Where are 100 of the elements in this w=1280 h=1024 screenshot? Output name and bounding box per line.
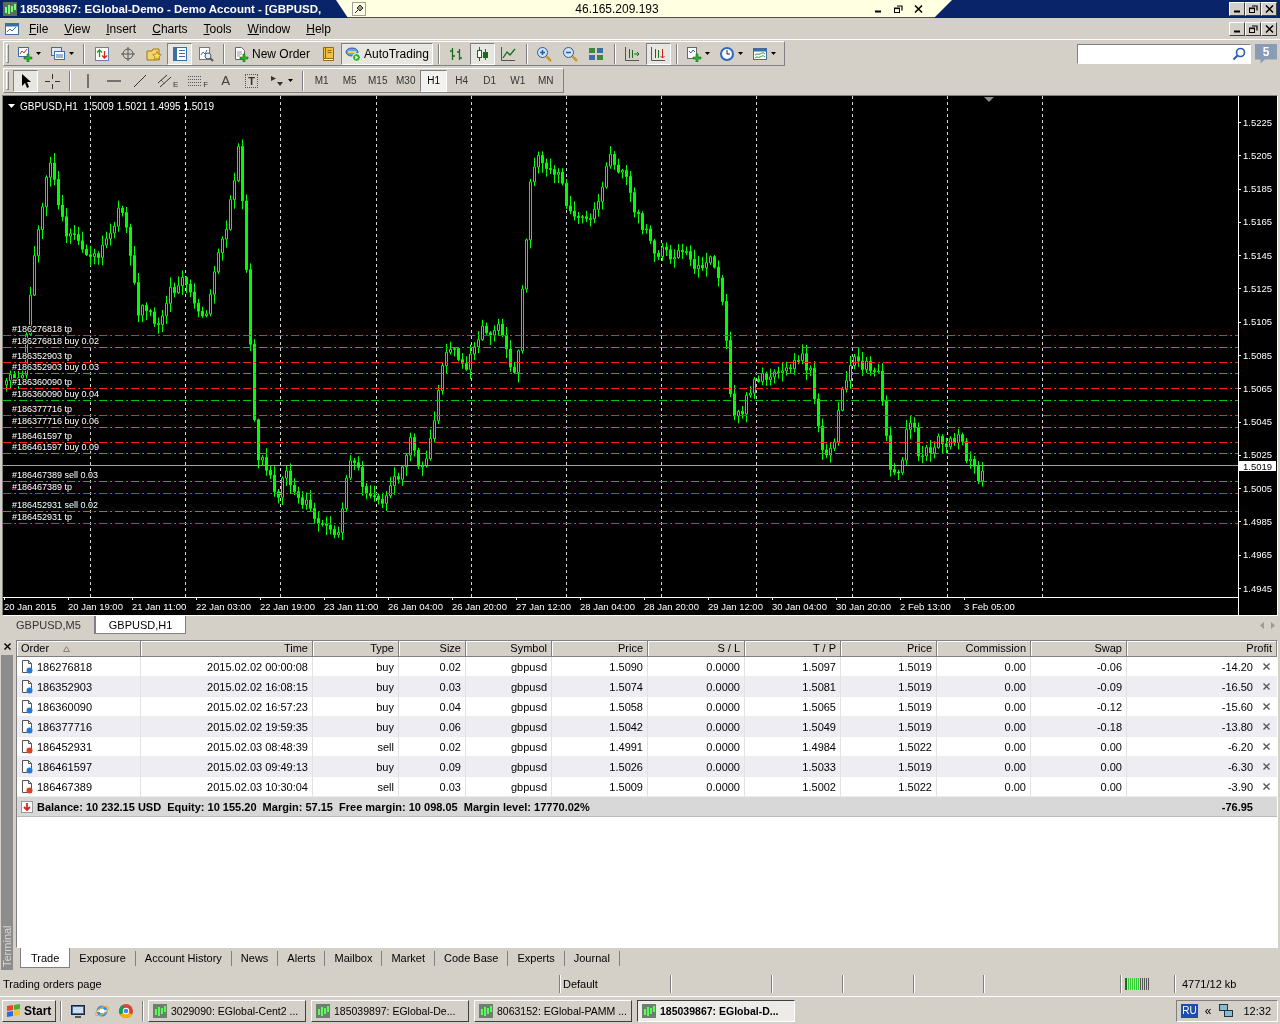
column-header[interactable]: Commission xyxy=(937,641,1031,657)
cursor-button[interactable] xyxy=(13,69,38,92)
close-button[interactable] xyxy=(1261,21,1277,36)
terminal-tab[interactable]: Alerts xyxy=(278,951,326,966)
terminal-tab[interactable]: Journal xyxy=(564,951,620,966)
monitor-icon[interactable] xyxy=(70,1002,86,1019)
column-header[interactable]: S / L xyxy=(648,641,745,657)
terminal-tab[interactable]: Market xyxy=(382,951,435,966)
close-icon[interactable] xyxy=(1263,783,1270,790)
close-icon[interactable] xyxy=(1263,763,1270,770)
pin-button[interactable] xyxy=(352,2,366,16)
order-price-line[interactable] xyxy=(3,347,1239,348)
table-row[interactable]: 186467389 2015.02.03 10:30:04 sell 0.03 gbpusd 1.5009 0.0000 1.5002 1.5022 0.00 0.00 -3.90 xyxy=(17,777,1277,797)
terminal-tab[interactable]: Trade xyxy=(20,948,71,968)
terminal-button[interactable] xyxy=(167,42,192,65)
column-header[interactable]: Swap xyxy=(1031,641,1127,657)
take-profit-line[interactable] xyxy=(3,335,1239,336)
order-price-line[interactable] xyxy=(3,511,1239,512)
toolbar-grip[interactable] xyxy=(6,44,9,63)
timeframe-button[interactable]: H1 xyxy=(420,69,448,92)
table-row[interactable]: 186461597 2015.02.03 09:49:13 buy 0.09 gbpusd 1.5026 0.0000 1.5033 1.5019 0.00 0.00 -6.30 xyxy=(17,757,1277,777)
column-header[interactable]: Time xyxy=(141,641,313,657)
channel-button[interactable]: E xyxy=(153,69,183,92)
terminal-tab[interactable]: Exposure xyxy=(70,951,136,966)
search-field[interactable] xyxy=(1077,43,1251,64)
restore-button[interactable] xyxy=(1245,21,1261,36)
table-row[interactable]: 186352903 2015.02.02 16:08:15 buy 0.03 gbpusd 1.5074 0.0000 1.5081 1.5019 0.00 -0.09 -16.50 xyxy=(17,677,1277,697)
terminal-tab[interactable]: Account History xyxy=(135,951,232,966)
minimize-button[interactable] xyxy=(1229,21,1245,36)
column-header[interactable]: Symbol xyxy=(466,641,552,657)
order-price-line[interactable] xyxy=(3,481,1239,482)
show-hidden-icons-button[interactable]: « xyxy=(1202,1003,1214,1018)
menu-item[interactable]: Charts xyxy=(144,19,196,38)
new-order-button[interactable]: New Order xyxy=(229,42,314,65)
chart-area[interactable] xyxy=(3,96,1277,615)
taskbar-button[interactable]: 185039867: EGlobal-D... xyxy=(637,999,795,1022)
chart-tab[interactable]: GBPUSD,M5 xyxy=(3,616,95,634)
close-button[interactable] xyxy=(1261,2,1277,16)
take-profit-line[interactable] xyxy=(3,523,1239,524)
shift-marker-icon[interactable] xyxy=(984,97,994,102)
order-price-line[interactable] xyxy=(3,427,1239,428)
menu-item[interactable]: View xyxy=(56,19,99,38)
menu-item[interactable]: File xyxy=(21,19,57,38)
caret-icon[interactable] xyxy=(8,104,15,108)
timeframe-button[interactable]: M30 xyxy=(392,69,420,92)
candlestick-button[interactable] xyxy=(469,42,495,65)
order-price-line[interactable] xyxy=(3,373,1239,374)
take-profit-line[interactable] xyxy=(3,442,1239,443)
take-profit-line[interactable] xyxy=(3,362,1239,363)
language-indicator[interactable]: RU xyxy=(1181,1003,1198,1018)
column-header[interactable]: Price xyxy=(841,641,937,657)
taskbar-button[interactable]: 3029090: EGlobal-Cent2 ... xyxy=(148,999,306,1022)
close-icon[interactable] xyxy=(1263,663,1270,670)
timeframe-button[interactable]: H4 xyxy=(448,69,476,92)
close-icon[interactable] xyxy=(1263,723,1270,730)
order-price-line[interactable] xyxy=(3,400,1239,401)
take-profit-line[interactable] xyxy=(3,415,1239,416)
column-header[interactable]: Price xyxy=(552,641,648,657)
timeframe-button[interactable]: M5 xyxy=(336,69,364,92)
table-row[interactable]: 186377716 2015.02.02 19:59:35 buy 0.06 gbpusd 1.5042 0.0000 1.5049 1.5019 0.00 -0.18 -13.80 xyxy=(17,717,1277,737)
column-header[interactable]: T / P xyxy=(745,641,841,657)
column-header[interactable]: Size xyxy=(399,641,466,657)
timeframe-button[interactable]: MN xyxy=(532,69,560,92)
close-icon[interactable] xyxy=(1263,743,1270,750)
text-label-button[interactable]: T xyxy=(239,69,265,92)
menu-item[interactable]: Help xyxy=(298,19,339,38)
restore-button[interactable] xyxy=(1245,2,1261,16)
terminal-tab[interactable]: Experts xyxy=(508,951,565,966)
close-icon[interactable] xyxy=(1263,703,1270,710)
close-icon[interactable] xyxy=(3,643,11,650)
toolbar-grip[interactable] xyxy=(6,71,9,90)
column-header[interactable]: Profit xyxy=(1127,641,1277,657)
timeframe-button[interactable]: W1 xyxy=(504,69,532,92)
taskbar-button[interactable]: 185039897: EGlobal-De... xyxy=(311,999,469,1022)
chart-window-icon[interactable] xyxy=(4,20,20,37)
menu-item[interactable]: Insert xyxy=(98,19,145,38)
network-icon[interactable] xyxy=(1218,1002,1235,1019)
menu-item[interactable]: Tools xyxy=(195,19,240,38)
take-profit-line[interactable] xyxy=(3,388,1239,389)
minimize-button[interactable] xyxy=(1229,2,1245,16)
timeframe-button[interactable]: D1 xyxy=(476,69,504,92)
column-header[interactable]: Order xyxy=(17,641,141,657)
text-tool-button[interactable]: A xyxy=(213,69,239,92)
fibonacci-button[interactable]: F xyxy=(183,69,213,92)
chart-tab[interactable]: GBPUSD,H1 xyxy=(94,616,187,634)
terminal-tab[interactable]: News xyxy=(231,951,279,966)
auto-scroll-button[interactable] xyxy=(645,42,671,65)
column-header[interactable]: Type xyxy=(313,641,399,657)
close-icon[interactable] xyxy=(1263,683,1270,690)
table-row[interactable]: 186360090 2015.02.02 16:57:23 buy 0.04 gbpusd 1.5058 0.0000 1.5065 1.5019 0.00 -0.12 -15.60 xyxy=(17,697,1277,717)
autotrading-button[interactable]: AutoTrading xyxy=(341,42,433,65)
timeframe-button[interactable]: M1 xyxy=(308,69,336,92)
table-row[interactable]: 186452931 2015.02.03 08:48:39 sell 0.02 gbpusd 1.4991 0.0000 1.4984 1.5022 0.00 0.00 -6.20 xyxy=(17,737,1277,757)
timeframe-button[interactable]: M15 xyxy=(364,69,392,92)
take-profit-line[interactable] xyxy=(3,493,1239,494)
table-row[interactable]: 186276818 2015.02.02 00:00:08 buy 0.02 gbpusd 1.5090 0.0000 1.5097 1.5019 0.00 -0.06 -14.20 xyxy=(17,657,1277,677)
menu-item[interactable]: Window xyxy=(239,19,299,38)
terminal-tab[interactable]: Code Base xyxy=(435,951,509,966)
segmented-circle-icon[interactable] xyxy=(118,1002,134,1019)
taskbar-button[interactable]: 8063152: EGlobal-PAMM ... xyxy=(474,999,632,1022)
